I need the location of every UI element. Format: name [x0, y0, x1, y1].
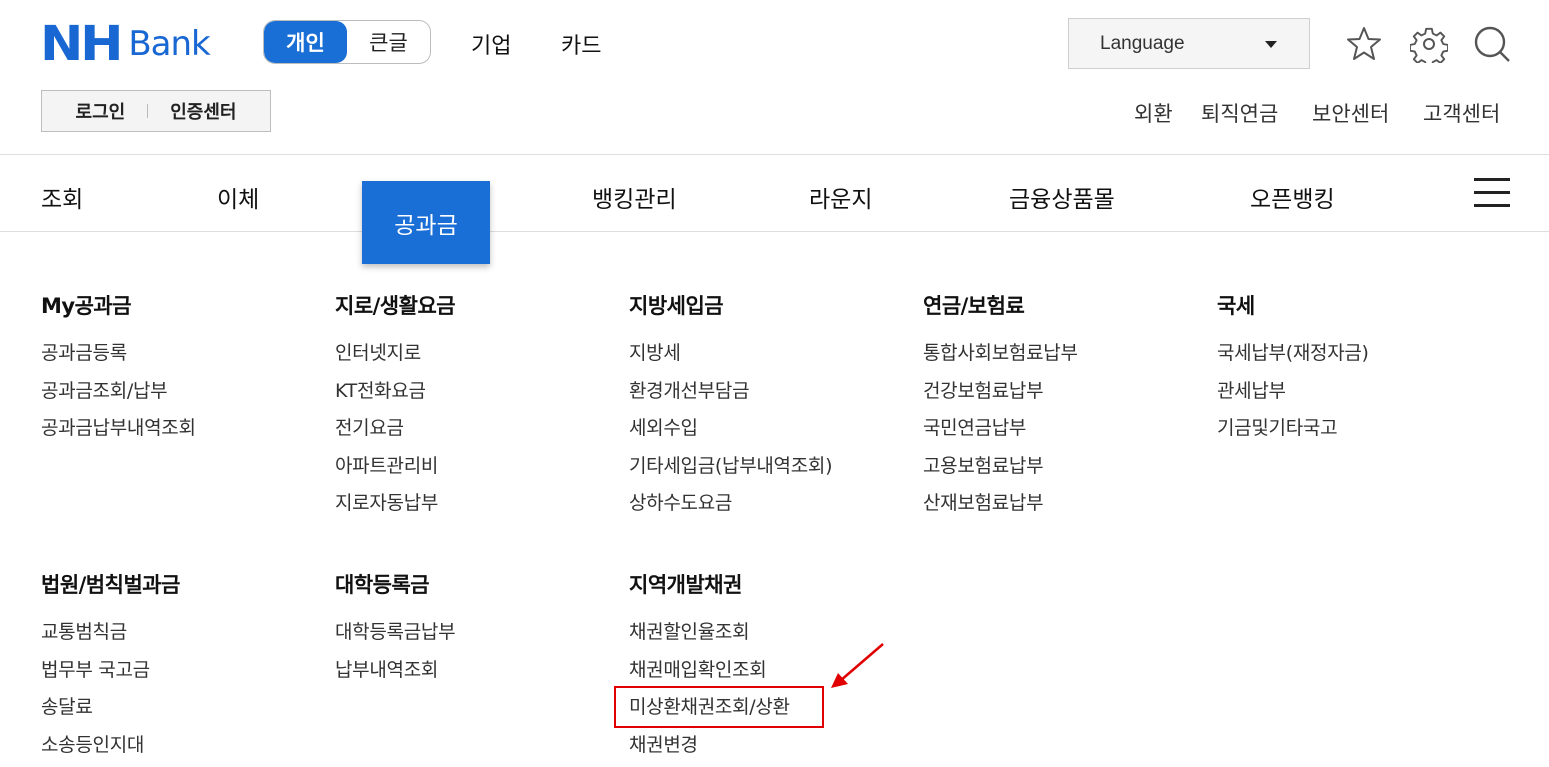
logo-nh-text: NH: [40, 16, 124, 72]
menu-link[interactable]: 고용보험료납부: [923, 448, 1078, 486]
menu-column-title: 지역개발채권: [629, 573, 742, 597]
menu-link[interactable]: 공과금납부내역조회: [41, 410, 196, 448]
menu-column-pension-insurance: 연금/보험료 통합사회보험료납부 건강보험료납부 국민연금납부 고용보험료납부 …: [923, 293, 1078, 523]
menu-column-title: 국세: [1217, 294, 1255, 318]
menu-link[interactable]: 산재보험료납부: [923, 485, 1078, 523]
cert-center-button[interactable]: 인증센터: [170, 98, 236, 124]
menu-link[interactable]: KT전화요금: [335, 373, 455, 411]
personal-largefont-toggle: 개인 큰글: [263, 20, 431, 64]
menu-link[interactable]: 국민연금납부: [923, 410, 1078, 448]
util-link-forex[interactable]: 외환: [1134, 98, 1173, 128]
menu-link[interactable]: 건강보험료납부: [923, 373, 1078, 411]
segment-personal[interactable]: 개인: [264, 21, 347, 63]
gnb-item-open-banking[interactable]: 오픈뱅킹: [1250, 180, 1335, 214]
language-select[interactable]: Language: [1068, 18, 1310, 69]
menu-link[interactable]: 대학등록금납부: [335, 614, 456, 652]
menu-link[interactable]: 기금및기타국고: [1217, 410, 1369, 448]
menu-column-title: 연금/보험료: [923, 294, 1025, 318]
language-select-label: Language: [1100, 32, 1185, 54]
menu-link[interactable]: 환경개선부담금: [629, 373, 832, 411]
red-arrow-icon: [831, 643, 884, 688]
search-icon[interactable]: [1472, 24, 1512, 64]
menu-link[interactable]: 인터넷지로: [335, 335, 455, 373]
menu-link[interactable]: 채권매입확인조회: [629, 652, 790, 690]
login-cert-box: 로그인 인증센터: [41, 90, 271, 132]
menu-link[interactable]: 통합사회보험료납부: [923, 335, 1078, 373]
menu-link[interactable]: 세외수입: [629, 410, 832, 448]
gnb-item-lounge[interactable]: 라운지: [809, 180, 872, 214]
menu-link[interactable]: 채권변경: [629, 727, 790, 765]
menu-link[interactable]: 송달료: [41, 689, 180, 727]
menu-column-tuition: 대학등록금 대학등록금납부 납부내역조회: [335, 572, 456, 690]
segment-large-font[interactable]: 큰글: [347, 21, 430, 63]
menu-column-regional-bonds: 지역개발채권 채권할인율조회 채권매입확인조회 미상환채권조회/상환 채권변경: [629, 572, 790, 764]
star-icon[interactable]: [1344, 24, 1384, 64]
menu-link[interactable]: 상하수도요금: [629, 485, 832, 523]
menu-link[interactable]: 납부내역조회: [335, 652, 455, 690]
menu-column-court-fines: 법원/범칙벌과금 교통범칙금 법무부 국고금 송달료 소송등인지대: [41, 572, 180, 764]
menu-column-title: My공과금: [41, 294, 132, 318]
highlight-box: [614, 686, 824, 728]
gear-icon[interactable]: [1409, 24, 1449, 64]
menu-link[interactable]: 전기요금: [335, 410, 455, 448]
util-link-customer[interactable]: 고객센터: [1423, 98, 1500, 128]
menu-column-title: 대학등록금: [335, 573, 430, 597]
header-divider: [0, 154, 1549, 155]
util-link-pension[interactable]: 퇴직연금: [1201, 98, 1278, 128]
menu-link[interactable]: 관세납부: [1217, 373, 1369, 411]
hamburger-menu-icon[interactable]: [1474, 178, 1510, 208]
login-button[interactable]: 로그인: [76, 98, 126, 124]
menu-column-giro: 지로/생활요금 인터넷지로 KT전화요금 전기요금 아파트관리비 지로자동납부: [335, 293, 456, 523]
menu-column-title: 지로/생활요금: [335, 294, 456, 318]
gnb-item-financial-mall[interactable]: 금융상품몰: [1009, 180, 1115, 214]
nh-bank-logo[interactable]: NH Bank: [40, 16, 211, 72]
logo-bank-text: Bank: [128, 24, 210, 64]
menu-link[interactable]: 공과금조회/납부: [41, 373, 196, 411]
gnb-item-utility-bills[interactable]: 공과금: [362, 181, 490, 264]
menu-link[interactable]: 채권할인율조회: [629, 614, 790, 652]
menu-link[interactable]: 지로자동납부: [335, 485, 455, 523]
menu-link[interactable]: 교통범칙금: [41, 614, 180, 652]
menu-link[interactable]: 법무부 국고금: [41, 652, 180, 690]
menu-column-local-tax: 지방세입금 지방세 환경개선부담금 세외수입 기타세입금(납부내역조회) 상하수…: [629, 293, 833, 523]
menu-link[interactable]: 아파트관리비: [335, 448, 455, 486]
menu-column-national-tax: 국세 국세납부(재정자금) 관세납부 기금및기타국고: [1217, 293, 1369, 448]
menu-link[interactable]: 기타세입금(납부내역조회): [629, 448, 833, 486]
util-link-security[interactable]: 보안센터: [1312, 98, 1389, 128]
menu-link[interactable]: 국세납부(재정자금): [1217, 335, 1369, 373]
menu-link[interactable]: 소송등인지대: [41, 727, 180, 765]
gnb-item-inquiry[interactable]: 조회: [41, 180, 83, 214]
divider: [147, 104, 149, 118]
menu-column-title: 법원/범칙벌과금: [41, 573, 180, 597]
caret-down-icon: [1265, 41, 1277, 48]
gnb-item-banking-mgmt[interactable]: 뱅킹관리: [592, 180, 677, 214]
top-nav-card[interactable]: 카드: [561, 28, 601, 60]
gnb-item-transfer[interactable]: 이체: [217, 180, 259, 214]
menu-link[interactable]: 공과금등록: [41, 335, 196, 373]
menu-column-title: 지방세입금: [629, 294, 724, 318]
menu-column-my-bills: My공과금 공과금등록 공과금조회/납부 공과금납부내역조회: [41, 293, 196, 448]
menu-link[interactable]: 지방세: [629, 335, 832, 373]
gnb-divider: [0, 231, 1549, 232]
top-nav-enterprise[interactable]: 기업: [471, 28, 511, 60]
